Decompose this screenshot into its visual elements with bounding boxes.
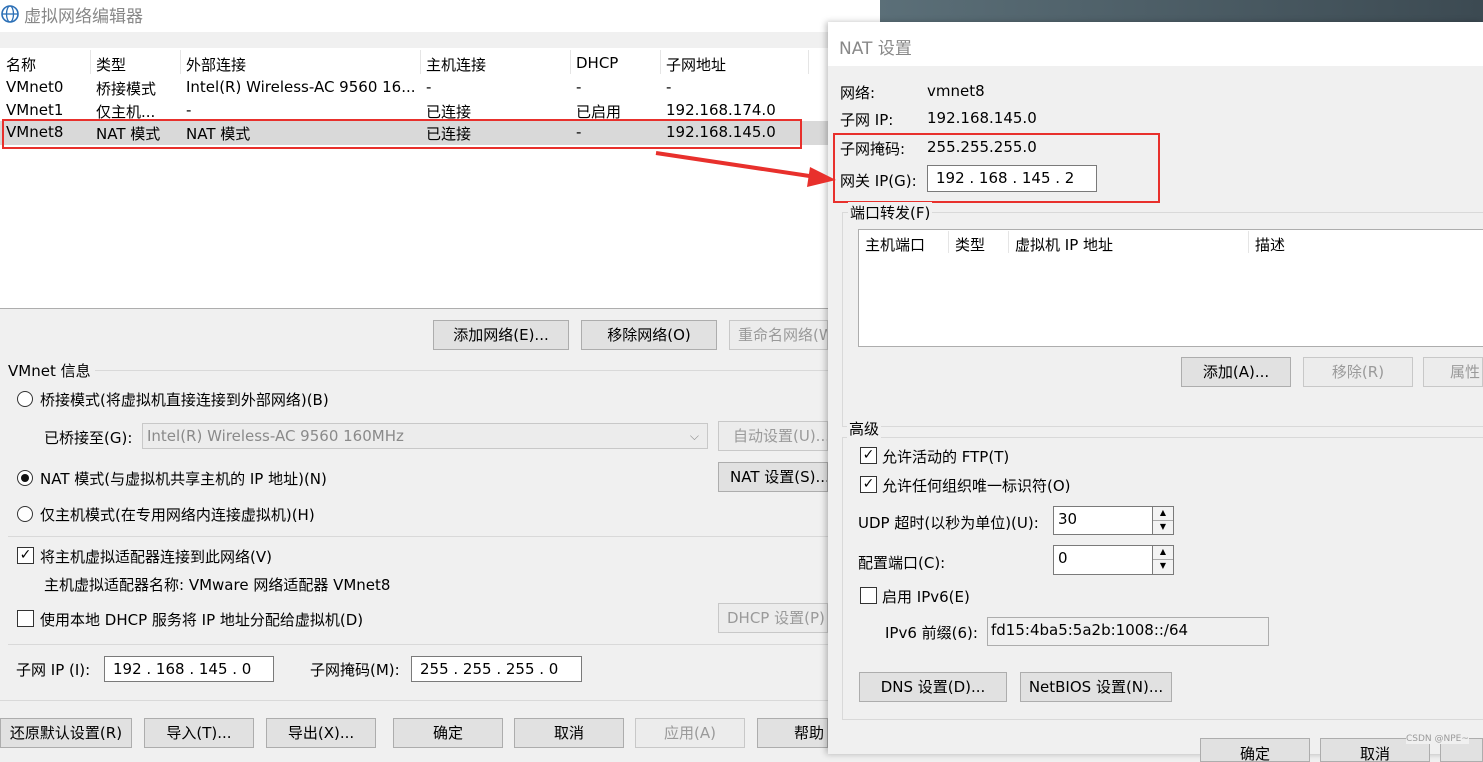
- desktop-background: [880, 0, 1483, 22]
- import-button[interactable]: 导入(T)...: [144, 718, 254, 748]
- title-bar: 虚拟网络编辑器 ✕: [0, 0, 880, 32]
- bridge-mode-radio[interactable]: [17, 391, 33, 407]
- watermark: CSDN @NPE~: [1406, 734, 1469, 744]
- table-row[interactable]: VMnet0 桥接模式 Intel(R) Wireless-AC 9560 16…: [0, 76, 828, 98]
- host-only-label: 仅主机模式(在专用网络内连接虚拟机)(H): [40, 506, 315, 524]
- config-port-label: 配置端口(C):: [858, 554, 946, 572]
- virtual-network-editor: 虚拟网络编辑器 ✕ 名称 类型 外部连接 主机连接 DHCP 子网地址 VMne…: [0, 0, 880, 754]
- allow-uid-label: 允许任何组织唯一标识符(O): [882, 477, 1071, 495]
- ipv6-prefix-label: IPv6 前缀(6):: [885, 624, 978, 642]
- udp-timeout-spinner[interactable]: ▲ ▼: [1152, 506, 1174, 535]
- bridged-to-value: Intel(R) Wireless-AC 9560 160MHz: [147, 427, 404, 445]
- bridged-to-label: 已桥接至(G):: [44, 429, 133, 447]
- udp-timeout-field[interactable]: 30: [1053, 506, 1154, 535]
- nat-mode-radio[interactable]: [17, 470, 33, 486]
- add-network-button[interactable]: 添加网络(E)...: [433, 320, 569, 350]
- col-external[interactable]: 外部连接: [186, 54, 246, 75]
- allow-ftp-label: 允许活动的 FTP(T): [882, 448, 1010, 466]
- row-name: VMnet0: [6, 78, 64, 96]
- row-subnet: 192.168.174.0: [666, 101, 776, 119]
- col-subnet[interactable]: 子网地址: [666, 54, 726, 75]
- cancel-button[interactable]: 取消: [514, 718, 624, 748]
- udp-timeout-label: UDP 超时(以秒为单位)(U):: [858, 514, 1039, 532]
- pf-properties-button[interactable]: 属性: [1423, 357, 1483, 387]
- pf-remove-button[interactable]: 移除(R): [1303, 357, 1413, 387]
- col-host[interactable]: 主机连接: [426, 54, 486, 75]
- enable-ipv6-checkbox[interactable]: [860, 587, 877, 604]
- chevron-down-icon: ⌵: [689, 429, 699, 443]
- adapter-name-text: 主机虚拟适配器名称: VMware 网络适配器 VMnet8: [44, 576, 391, 594]
- port-forwarding-label: 端口转发(F): [848, 202, 933, 223]
- table-row[interactable]: VMnet1 仅主机... - 已连接 已启用 192.168.174.0: [0, 99, 828, 121]
- subnet-ip-label: 子网 IP (I):: [16, 661, 91, 679]
- bridge-mode-label: 桥接模式(将虚拟机直接连接到外部网络)(B): [40, 391, 329, 409]
- host-only-radio[interactable]: [17, 506, 33, 522]
- row-external: -: [186, 101, 192, 119]
- nat-subnet-ip-label: 子网 IP:: [840, 111, 894, 129]
- remove-network-button[interactable]: 移除网络(O): [581, 320, 717, 350]
- allow-ftp-checkbox[interactable]: ✓: [860, 447, 877, 464]
- subnet-mask-field[interactable]: 255 . 255 . 255 . 0: [411, 656, 582, 682]
- subnet-mask-label: 子网掩码(M):: [310, 661, 400, 679]
- nat-dialog-title: NAT 设置: [839, 39, 912, 59]
- auto-settings-button[interactable]: 自动设置(U)...: [718, 421, 828, 451]
- nat-mode-label: NAT 模式(与虚拟机共享主机的 IP 地址)(N): [40, 470, 327, 488]
- help-button[interactable]: 帮助: [757, 718, 828, 748]
- connect-adapter-label: 将主机虚拟适配器连接到此网络(V): [40, 548, 272, 566]
- config-port-field[interactable]: 0: [1053, 545, 1154, 575]
- export-button[interactable]: 导出(X)...: [266, 718, 376, 748]
- col-type[interactable]: 类型: [96, 54, 126, 75]
- pf-col-type[interactable]: 类型: [955, 234, 985, 255]
- pf-col-vm-ip[interactable]: 虚拟机 IP 地址: [1015, 234, 1113, 255]
- row-dhcp: -: [576, 78, 582, 96]
- ok-button[interactable]: 确定: [393, 718, 503, 748]
- dns-settings-button[interactable]: DNS 设置(D)...: [859, 672, 1007, 702]
- row-external: Intel(R) Wireless-AC 9560 16...: [186, 78, 416, 96]
- vmnet-info-label: VMnet 信息: [8, 362, 91, 380]
- config-port-spinner[interactable]: ▲ ▼: [1152, 545, 1174, 575]
- down-arrow-icon[interactable]: ▼: [1153, 560, 1173, 574]
- nat-settings-button[interactable]: NAT 设置(S)...: [718, 462, 828, 492]
- globe-icon: [1, 5, 19, 23]
- up-arrow-icon[interactable]: ▲: [1153, 507, 1173, 521]
- col-dhcp[interactable]: DHCP: [576, 54, 618, 72]
- pf-col-desc[interactable]: 描述: [1255, 234, 1285, 255]
- nat-settings-dialog: NAT 设置 网络: vmnet8 子网 IP: 192.168.145.0 子…: [828, 22, 1483, 762]
- row-host: -: [426, 78, 432, 96]
- enable-ipv6-label: 启用 IPv6(E): [882, 588, 970, 606]
- col-name[interactable]: 名称: [6, 54, 36, 75]
- dhcp-settings-button[interactable]: DHCP 设置(P): [718, 603, 828, 633]
- bridged-to-select[interactable]: Intel(R) Wireless-AC 9560 160MHz ⌵: [142, 423, 708, 449]
- use-dhcp-label: 使用本地 DHCP 服务将 IP 地址分配给虚拟机(D): [40, 611, 364, 629]
- allow-uid-checkbox[interactable]: ✓: [860, 476, 877, 493]
- nat-ok-button[interactable]: 确定: [1200, 738, 1310, 762]
- network-label: 网络:: [840, 84, 876, 102]
- row-subnet: -: [666, 78, 672, 96]
- netbios-settings-button[interactable]: NetBIOS 设置(N)...: [1020, 672, 1172, 702]
- gateway-highlight-box: [833, 133, 1160, 203]
- pf-add-button[interactable]: 添加(A)...: [1181, 357, 1291, 387]
- advanced-label: 高级: [847, 418, 882, 439]
- down-arrow-icon[interactable]: ▼: [1153, 521, 1173, 535]
- rename-network-button[interactable]: 重命名网络(W)...: [729, 320, 828, 350]
- up-arrow-icon[interactable]: ▲: [1153, 546, 1173, 560]
- network-value: vmnet8: [927, 82, 985, 100]
- nat-subnet-ip-value: 192.168.145.0: [927, 109, 1037, 127]
- port-forwarding-table[interactable]: [858, 229, 1483, 347]
- use-dhcp-checkbox[interactable]: [17, 610, 34, 627]
- subnet-ip-field[interactable]: 192 . 168 . 145 . 0: [104, 656, 274, 682]
- apply-button[interactable]: 应用(A): [635, 718, 745, 748]
- row-type: 桥接模式: [96, 80, 157, 98]
- window-title: 虚拟网络编辑器: [24, 7, 143, 27]
- ipv6-prefix-field[interactable]: fd15:4ba5:5a2b:1008::/64: [987, 617, 1269, 646]
- pf-col-host-port[interactable]: 主机端口: [865, 234, 925, 255]
- restore-defaults-button[interactable]: 还原默认设置(R): [0, 718, 132, 748]
- connect-adapter-checkbox[interactable]: ✓: [17, 547, 34, 564]
- annotation-arrow: [655, 151, 836, 187]
- row-name: VMnet1: [6, 101, 64, 119]
